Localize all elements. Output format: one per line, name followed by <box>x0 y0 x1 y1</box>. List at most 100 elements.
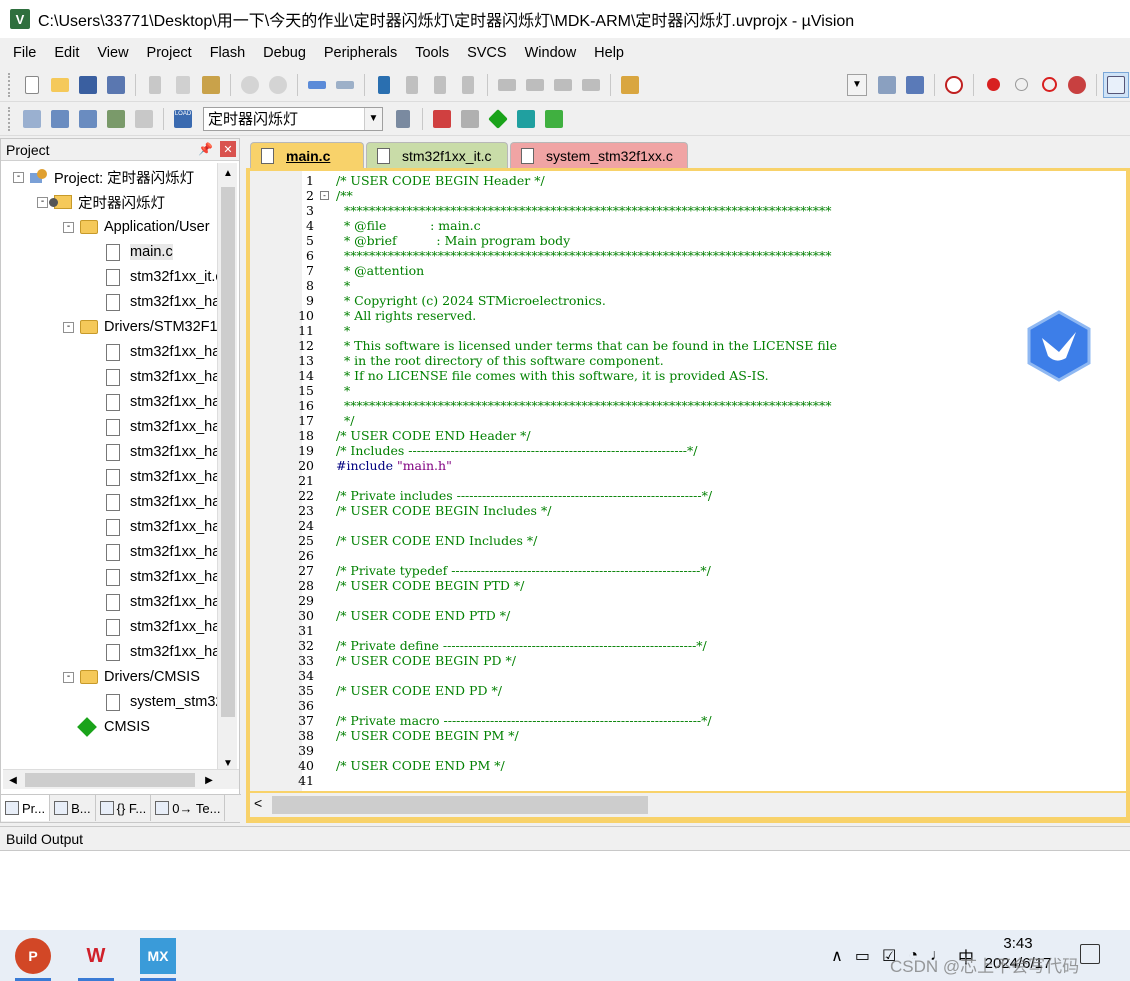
tab-main-c[interactable]: main.c <box>250 142 364 168</box>
tree-folder-item[interactable]: - Drivers/CMSIS <box>63 665 200 689</box>
tab-system-stm32f1xx-c[interactable]: system_stm32f1xx.c <box>510 142 688 168</box>
translate-button[interactable] <box>19 106 45 132</box>
navigate-forward-button[interactable] <box>332 72 358 98</box>
code-line[interactable]: 13 * in the root directory of this softw… <box>250 353 1126 368</box>
scroll-left-arrow[interactable]: ◀ <box>3 770 23 790</box>
menu-window[interactable]: Window <box>516 45 586 61</box>
insert-bookmark-button[interactable] <box>371 72 397 98</box>
tree-file-item[interactable]: system_stm32f1xx.c <box>89 690 219 714</box>
tree-horizontal-scrollbar[interactable]: ◀ ▶ <box>3 769 239 789</box>
tree-file-item[interactable]: stm32f1xx_hal_exti.c <box>89 640 219 664</box>
scroll-thumb[interactable] <box>272 796 648 814</box>
redo-button[interactable] <box>265 72 291 98</box>
rebuild-button[interactable] <box>75 106 101 132</box>
tab-functions[interactable]: {} F... <box>96 795 152 821</box>
scroll-right-arrow[interactable]: ▶ <box>199 770 219 790</box>
code-line[interactable]: 38 /* USER CODE BEGIN PM */ <box>250 728 1126 743</box>
code-line[interactable]: 31 <box>250 623 1126 638</box>
save-button[interactable] <box>75 72 101 98</box>
code-line[interactable]: 7 * @attention <box>250 263 1126 278</box>
code-line[interactable]: 28 /* USER CODE BEGIN PTD */ <box>250 578 1126 593</box>
find-combo-dropdown[interactable]: ▼ <box>847 73 867 96</box>
tree-file-item[interactable]: stm32f1xx_hal_msp.c <box>89 290 219 314</box>
tree-vertical-scrollbar[interactable]: ▲ ▼ <box>217 163 237 773</box>
tree-file-item[interactable]: stm32f1xx_hal_rcc.c <box>89 440 219 464</box>
menu-flash[interactable]: Flash <box>201 45 254 61</box>
code-line[interactable]: 27 /* Private typedef -------------------… <box>250 563 1126 578</box>
collapse-toggle-icon[interactable]: - <box>37 196 48 208</box>
menu-project[interactable]: Project <box>138 45 201 61</box>
menu-debug[interactable]: Debug <box>254 45 315 61</box>
tab-books[interactable]: B... <box>50 795 96 821</box>
collapse-toggle-icon[interactable]: - <box>63 321 74 333</box>
code-line[interactable]: 23 /* USER CODE BEGIN Includes */ <box>250 503 1126 518</box>
pin-icon[interactable]: 📌 <box>198 142 213 156</box>
code-line[interactable]: 30 /* USER CODE END PTD */ <box>250 608 1126 623</box>
chevron-down-icon[interactable]: ▼ <box>364 107 382 130</box>
code-line[interactable]: 24 <box>250 518 1126 533</box>
code-line[interactable]: 2-/** <box>250 188 1126 203</box>
menu-svcs[interactable]: SVCS <box>458 45 516 61</box>
target-options-button[interactable] <box>390 106 416 132</box>
indent-button[interactable] <box>494 72 520 98</box>
code-line[interactable]: 39 <box>250 743 1126 758</box>
tree-file-item[interactable]: stm32f1xx_hal_flash.c <box>89 590 219 614</box>
code-line[interactable]: 16 *************************************… <box>250 398 1126 413</box>
code-line[interactable]: 20 #include "main.h" <box>250 458 1126 473</box>
code-line[interactable]: 4 * @file : main.c <box>250 218 1126 233</box>
taskbar-app-wps[interactable]: W <box>78 938 114 981</box>
browse-button[interactable] <box>902 72 928 98</box>
scroll-thumb[interactable] <box>221 187 235 717</box>
tree-file-item[interactable]: stm32f1xx_hal_gpio.c <box>89 490 219 514</box>
copy-button[interactable] <box>170 72 196 98</box>
collapse-toggle-icon[interactable]: - <box>63 221 74 233</box>
code-line[interactable]: 5 * @brief : Main program body <box>250 233 1126 248</box>
batch-build-button[interactable] <box>103 106 129 132</box>
menu-tools[interactable]: Tools <box>406 45 458 61</box>
stop-build-button[interactable] <box>131 106 157 132</box>
tree-folder-item[interactable]: - Application/User <box>63 215 210 239</box>
code-line[interactable]: 18 /* USER CODE END Header */ <box>250 428 1126 443</box>
code-line[interactable]: 10 * All rights reserved. <box>250 308 1126 323</box>
code-line[interactable]: 12 * This software is licensed under ter… <box>250 338 1126 353</box>
code-line[interactable]: 41 <box>250 773 1126 788</box>
select-packs-button[interactable] <box>513 106 539 132</box>
scroll-left-arrow[interactable]: < <box>254 795 262 811</box>
menu-view[interactable]: View <box>88 45 137 61</box>
code-line[interactable]: 14 * If no LICENSE file comes with this … <box>250 368 1126 383</box>
tree-target-item[interactable]: - 定时器闪烁灯 <box>37 190 165 214</box>
tree-file-item[interactable]: main.c <box>89 240 173 264</box>
menu-peripherals[interactable]: Peripherals <box>315 45 406 61</box>
multi-project-button[interactable] <box>457 106 483 132</box>
navigate-back-button[interactable] <box>304 72 330 98</box>
tree-file-item[interactable]: stm32f1xx_hal_pwr.c <box>89 565 219 589</box>
battery-icon[interactable]: ▭ <box>855 946 870 966</box>
code-line[interactable]: 29 <box>250 593 1126 608</box>
code-line[interactable]: 22 /* Private includes ------------------… <box>250 488 1126 503</box>
debug-session-button[interactable] <box>941 72 967 98</box>
tree-file-item[interactable]: stm32f1xx_hal.c <box>89 415 219 439</box>
tree-file-item[interactable]: stm32f1xx_hal_rcc_ex.c <box>89 465 219 489</box>
tab-project[interactable]: Pr... <box>1 795 51 821</box>
code-line[interactable]: 32 /* Private define --------------------… <box>250 638 1126 653</box>
download-button[interactable]: LOAD <box>170 106 196 132</box>
tree-project-item[interactable]: - Project: 定时器闪烁灯 <box>13 165 194 189</box>
comment-button[interactable] <box>550 72 576 98</box>
tree-file-item[interactable]: stm32f1xx_hal_tim.c <box>89 365 219 389</box>
code-line[interactable]: 35 /* USER CODE END PD */ <box>250 683 1126 698</box>
clear-bookmarks-button[interactable] <box>455 72 481 98</box>
uncomment-button[interactable] <box>578 72 604 98</box>
insert-breakpoint-button[interactable] <box>980 72 1006 98</box>
toolbar-grip[interactable] <box>8 72 12 97</box>
collapse-toggle-icon[interactable]: - <box>13 171 24 183</box>
tree-file-item[interactable]: stm32f1xx_hal_dma.c <box>89 515 219 539</box>
tab-templates[interactable]: 0→ Te... <box>151 795 226 821</box>
notification-icon[interactable] <box>1080 944 1100 964</box>
menu-edit[interactable]: Edit <box>45 45 88 61</box>
code-line[interactable]: 21 <box>250 473 1126 488</box>
code-line[interactable]: 8 * <box>250 278 1126 293</box>
code-line[interactable]: 34 <box>250 668 1126 683</box>
code-line[interactable]: 37 /* Private macro ---------------------… <box>250 713 1126 728</box>
code-line[interactable]: 26 <box>250 548 1126 563</box>
enable-breakpoint-button[interactable] <box>1008 72 1034 98</box>
